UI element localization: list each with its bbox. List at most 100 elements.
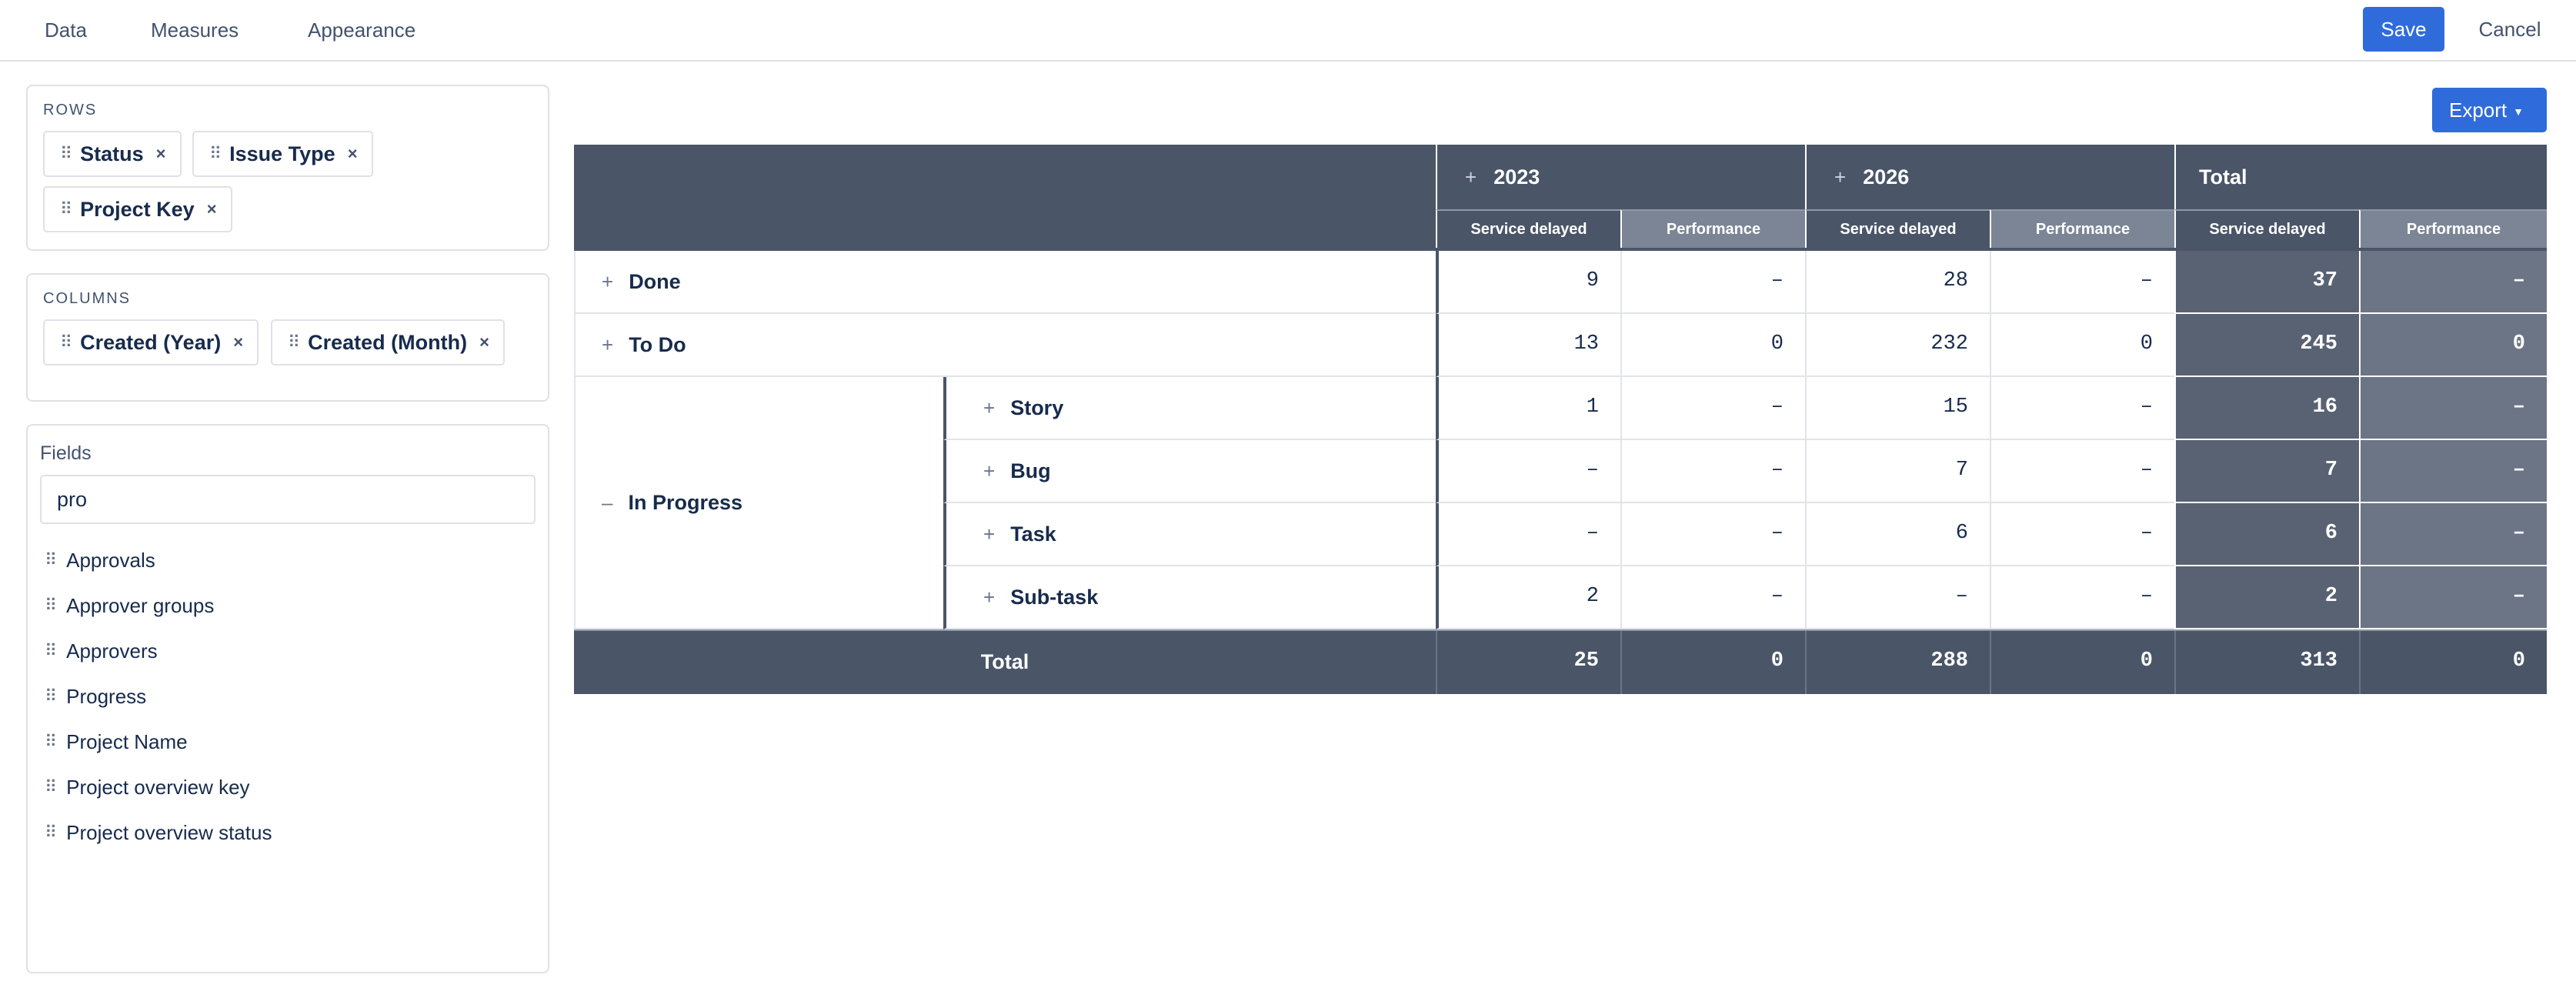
value-cell: 28 bbox=[1805, 251, 1990, 314]
remove-icon[interactable]: × bbox=[479, 332, 489, 352]
row-label: Story bbox=[1010, 396, 1064, 419]
remove-icon[interactable]: × bbox=[233, 332, 243, 352]
expand-icon[interactable]: + bbox=[983, 522, 995, 546]
fields-search-input[interactable] bbox=[40, 475, 536, 524]
drag-handle-icon[interactable]: ⠿ bbox=[45, 777, 57, 797]
value-cell: – bbox=[2359, 251, 2547, 314]
value-cell: – bbox=[1805, 566, 1990, 629]
drag-handle-icon[interactable]: ⠿ bbox=[45, 732, 57, 752]
remove-icon[interactable]: × bbox=[207, 199, 217, 219]
row-chip-project-key[interactable]: ⠿ Project Key × bbox=[43, 186, 232, 232]
fields-panel: Fields ⠿ Approvals ⠿ Approver groups ⠿ Appr… bbox=[26, 424, 549, 973]
measure-header: Performance bbox=[1990, 209, 2174, 248]
export-button[interactable]: Export ▼ bbox=[2432, 88, 2547, 132]
drag-handle-icon[interactable]: ⠿ bbox=[45, 823, 57, 843]
pivot-corner-header bbox=[574, 145, 1436, 248]
column-group-label: 2026 bbox=[1863, 165, 1910, 189]
field-item[interactable]: ⠿ Project Name bbox=[45, 723, 188, 761]
expand-icon[interactable]: + bbox=[983, 459, 995, 483]
field-item[interactable]: ⠿ Approvals bbox=[45, 541, 155, 579]
field-item[interactable]: ⠿ Approvers bbox=[45, 632, 158, 670]
chip-label: Created (Month) bbox=[308, 330, 468, 354]
column-group-2023[interactable]: +2023 bbox=[1436, 145, 1805, 209]
value-cell: 245 bbox=[2174, 314, 2359, 377]
tab-measures[interactable]: Measures bbox=[151, 0, 239, 60]
value-cell: – bbox=[1436, 440, 1620, 503]
column-group-total: Total bbox=[2174, 145, 2547, 209]
value-cell: 2 bbox=[1436, 566, 1620, 629]
value-cell: 15 bbox=[1805, 377, 1990, 440]
cancel-button[interactable]: Cancel bbox=[2464, 7, 2556, 52]
value-cell: – bbox=[1620, 566, 1805, 629]
top-bar: Data Measures Appearance Save Cancel bbox=[0, 0, 2576, 62]
drag-handle-icon[interactable]: ⠿ bbox=[60, 144, 72, 164]
expand-icon[interactable]: + bbox=[1834, 165, 1846, 189]
drag-handle-icon[interactable]: ⠿ bbox=[288, 332, 300, 352]
measure-header: Service delayed bbox=[2174, 209, 2359, 248]
value-cell: 1 bbox=[1436, 377, 1620, 440]
field-label: Project Name bbox=[66, 729, 188, 753]
value-cell: 0 bbox=[1990, 631, 2174, 694]
expand-icon[interactable]: + bbox=[983, 586, 995, 609]
expand-icon[interactable]: + bbox=[602, 270, 613, 294]
field-label: Approvals bbox=[66, 548, 155, 572]
remove-icon[interactable]: × bbox=[348, 144, 358, 164]
value-cell: – bbox=[1990, 440, 2174, 503]
field-label: Project overview status bbox=[66, 820, 272, 844]
tab-data[interactable]: Data bbox=[45, 0, 87, 60]
expand-icon[interactable]: + bbox=[1465, 165, 1477, 189]
value-cell: 7 bbox=[2174, 440, 2359, 503]
expand-icon[interactable]: + bbox=[983, 396, 995, 420]
drag-handle-icon[interactable]: ⠿ bbox=[45, 550, 57, 570]
drag-handle-icon[interactable]: ⠿ bbox=[45, 686, 57, 706]
drag-handle-icon[interactable]: ⠿ bbox=[209, 144, 222, 164]
subrow-header-sub-task: + Sub-task bbox=[943, 566, 1436, 629]
save-button[interactable]: Save bbox=[2363, 7, 2444, 52]
row-chip-status[interactable]: ⠿ Status × bbox=[43, 131, 182, 177]
drag-handle-icon[interactable]: ⠿ bbox=[45, 641, 57, 661]
measure-header: Service delayed bbox=[1436, 209, 1620, 248]
value-cell: 6 bbox=[1805, 503, 1990, 566]
expand-icon[interactable]: + bbox=[602, 333, 613, 357]
column-group-label: 2023 bbox=[1493, 165, 1540, 189]
subrow-header-bug: + Bug bbox=[943, 440, 1436, 503]
drag-handle-icon[interactable]: ⠿ bbox=[60, 332, 72, 352]
row-label: Sub-task bbox=[1010, 585, 1099, 609]
field-label: Progress bbox=[66, 684, 147, 708]
value-cell: 7 bbox=[1805, 440, 1990, 503]
caret-down-icon: ▼ bbox=[2513, 105, 2524, 118]
tab-appearance[interactable]: Appearance bbox=[308, 0, 415, 60]
column-chip-created-month[interactable]: ⠿ Created (Month) × bbox=[271, 319, 505, 365]
remove-icon[interactable]: × bbox=[156, 144, 166, 164]
drag-handle-icon[interactable]: ⠿ bbox=[60, 199, 72, 219]
field-item[interactable]: ⠿ Progress bbox=[45, 677, 146, 716]
field-item[interactable]: ⠿ Project overview status bbox=[45, 813, 272, 852]
value-cell: – bbox=[1620, 503, 1805, 566]
chip-label: Issue Type bbox=[229, 142, 335, 165]
value-cell: 9 bbox=[1436, 251, 1620, 314]
drag-handle-icon[interactable]: ⠿ bbox=[45, 596, 57, 616]
value-cell: – bbox=[1436, 503, 1620, 566]
column-group-2026[interactable]: +2026 bbox=[1805, 145, 2174, 209]
field-label: Project overview key bbox=[66, 775, 250, 799]
value-cell: 6 bbox=[2174, 503, 2359, 566]
value-cell: 13 bbox=[1436, 314, 1620, 377]
column-group-label: Total bbox=[2199, 165, 2247, 189]
measure-header: Performance bbox=[2359, 209, 2547, 248]
value-cell: 0 bbox=[2359, 314, 2547, 377]
columns-panel: COLUMNS ⠿ Created (Year) × ⠿ Created (Mo… bbox=[26, 273, 549, 402]
row-label: To Do bbox=[629, 332, 686, 356]
subrow-header-story: + Story bbox=[943, 377, 1436, 440]
value-cell: – bbox=[2359, 566, 2547, 629]
column-chip-created-year[interactable]: ⠿ Created (Year) × bbox=[43, 319, 259, 365]
pivot-table: +2023 +2026 Total Service delayed Perform… bbox=[574, 145, 2547, 694]
row-header-in-progress: – In Progress bbox=[574, 377, 943, 629]
measure-header: Service delayed bbox=[1805, 209, 1990, 248]
collapse-icon[interactable]: – bbox=[602, 491, 612, 515]
value-cell: 313 bbox=[2174, 631, 2359, 694]
value-cell: – bbox=[1990, 503, 2174, 566]
field-item[interactable]: ⠿ Project overview key bbox=[45, 768, 250, 806]
field-item[interactable]: ⠿ Approver groups bbox=[45, 586, 214, 625]
row-chip-issue-type[interactable]: ⠿ Issue Type × bbox=[192, 131, 373, 177]
chip-label: Created (Year) bbox=[80, 330, 222, 354]
